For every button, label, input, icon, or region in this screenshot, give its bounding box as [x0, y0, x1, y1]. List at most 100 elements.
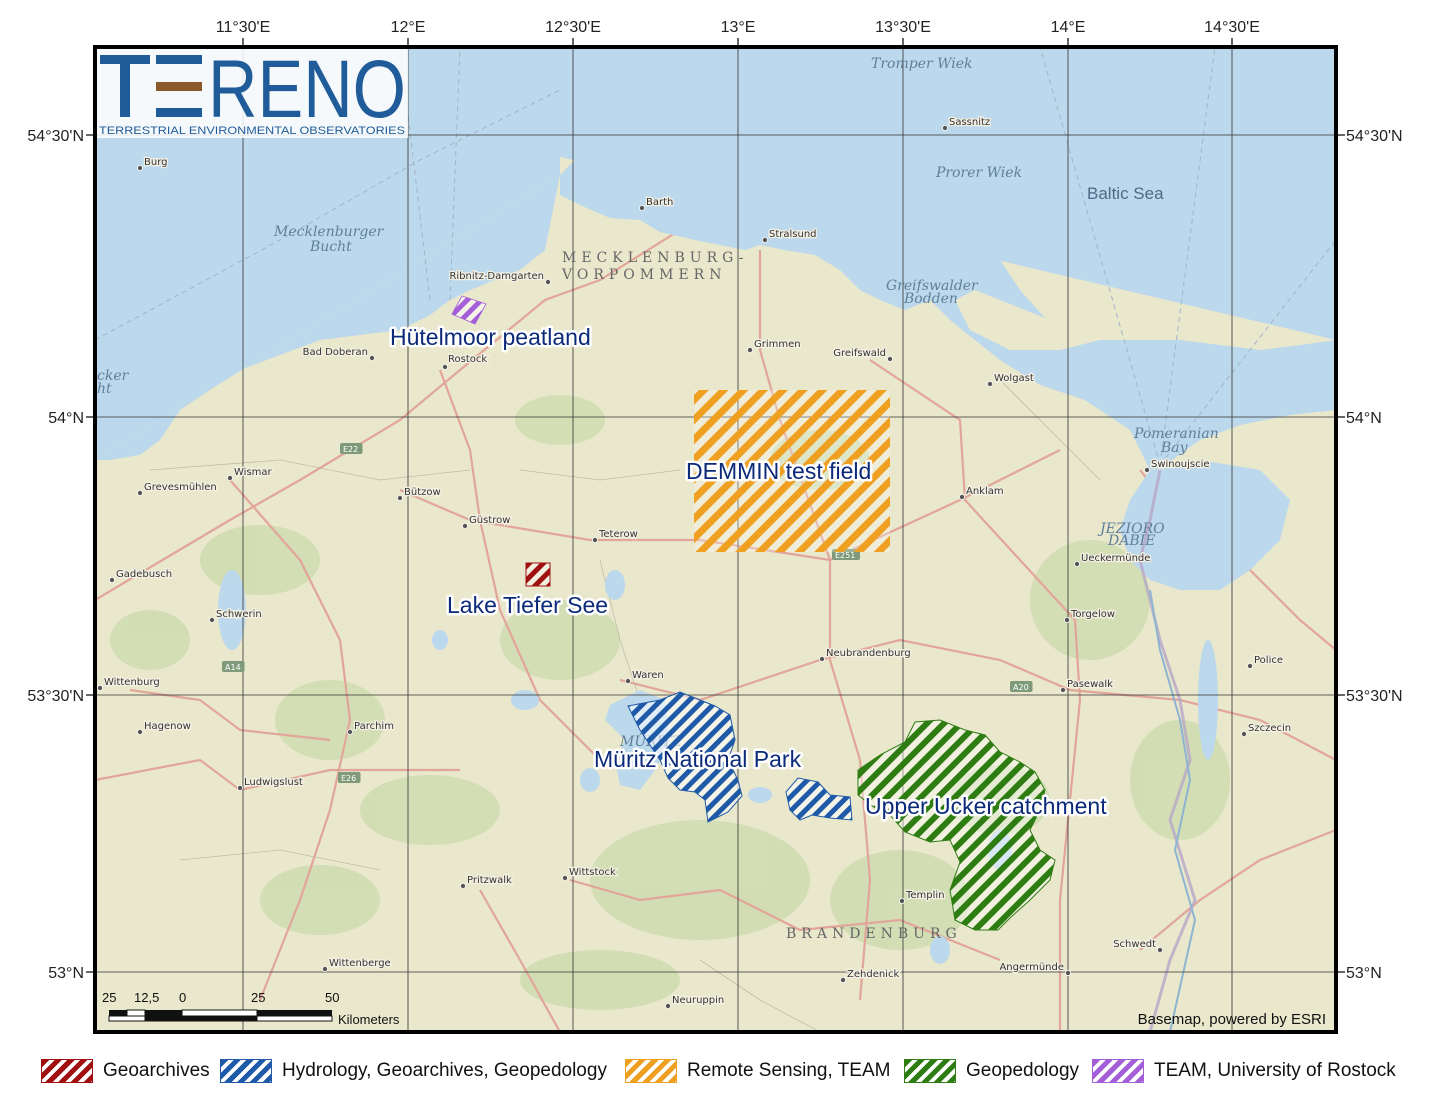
- city-label: Torgelow: [1070, 609, 1115, 620]
- city-label: Burg: [144, 157, 167, 168]
- svg-text:E26: E26: [341, 774, 356, 783]
- lon-label-1: 11°30'E: [216, 19, 271, 36]
- site-label-hutelmoor: Hütelmoor peatland: [390, 324, 591, 350]
- city-label: Zehdenick: [847, 969, 899, 980]
- city-marker: [1157, 947, 1164, 954]
- site-label-tiefer-see: Lake Tiefer See: [447, 592, 608, 618]
- region-label-mv-1: MECKLENBURG-: [562, 250, 748, 266]
- city-label: Pasewalk: [1067, 679, 1113, 690]
- city-marker: [840, 977, 847, 984]
- city-marker: [459, 883, 466, 890]
- city-marker: [639, 204, 646, 211]
- legend-swatch-hydrology: [220, 1059, 272, 1083]
- legend-item-hydrology: Hydrology, Geoarchives, Geopedology: [220, 1059, 607, 1083]
- svg-text:A20: A20: [1013, 683, 1029, 692]
- city-label: Ludwigslust: [244, 777, 303, 788]
- legend-swatch-geoarchives: [41, 1059, 93, 1083]
- lon-label-2: 12°E: [391, 19, 426, 36]
- city-label: Police: [1254, 655, 1283, 666]
- city-label: Anklam: [966, 486, 1004, 497]
- pomeranian-label-2: Bay: [1160, 440, 1189, 456]
- city-label: Pritzwalk: [467, 875, 512, 886]
- lon-label-6: 14°E: [1051, 19, 1086, 36]
- lon-label-5: 13°30'E: [875, 19, 931, 36]
- city-label: Wolgast: [994, 373, 1034, 384]
- city-marker: [441, 363, 448, 370]
- city-label: Grimmen: [754, 339, 801, 350]
- city-marker: [1060, 687, 1067, 694]
- legend-item-geoarchives: Geoarchives: [41, 1059, 210, 1083]
- city-marker: [1144, 466, 1151, 473]
- city-marker: [346, 729, 353, 736]
- sea-edge-label-2: ht: [97, 381, 112, 397]
- region-label-mv-2: VORPOMMERN: [561, 267, 726, 283]
- city-marker: [747, 346, 754, 353]
- city-label: Schwedt: [1113, 939, 1156, 950]
- mecklenburger-label-1: Mecklenburger: [273, 224, 385, 240]
- city-marker: [665, 1003, 672, 1010]
- city-marker: [562, 875, 569, 882]
- city-marker: [1074, 561, 1081, 568]
- city-marker: [762, 236, 769, 243]
- mecklenburger-label-2: Bucht: [309, 239, 352, 255]
- legend-item-geopedology: Geopedology: [904, 1059, 1079, 1083]
- lat-label-left-2: 54°N: [48, 410, 84, 427]
- region-label-brandenburg: BRANDENBURG: [786, 926, 962, 942]
- city-label: Hagenow: [144, 721, 191, 732]
- prorer-label: Prorer Wiek: [935, 165, 1022, 181]
- scale-tick-4: 25: [251, 990, 265, 1005]
- lat-label-right-2: 54°N: [1346, 410, 1382, 427]
- lon-label-3: 12°30'E: [545, 19, 601, 36]
- city-label: Greifswald: [833, 348, 886, 359]
- city-label: Barth: [646, 197, 673, 208]
- legend: Geoarchives Hydrology, Geoarchives, Geop…: [0, 1052, 1430, 1092]
- city-marker: [136, 489, 143, 496]
- city-marker: [109, 577, 116, 584]
- lon-label-7: 14°30'E: [1204, 19, 1260, 36]
- city-marker: [942, 125, 949, 132]
- city-label: Ribnitz-Damgarten: [449, 271, 544, 282]
- city-label: Ueckermünde: [1081, 553, 1150, 564]
- scale-tick-3: 0: [179, 990, 186, 1005]
- svg-text:E22: E22: [343, 445, 358, 454]
- site-label-muritz: Müritz National Park: [594, 746, 802, 772]
- city-marker: [1241, 731, 1248, 738]
- road-shield: A20: [1010, 681, 1033, 692]
- city-marker: [545, 278, 552, 285]
- legend-swatch-team-rostock: [1092, 1059, 1144, 1083]
- city-marker: [899, 898, 906, 905]
- city-marker: [1247, 663, 1254, 670]
- legend-swatch-geopedology: [904, 1059, 956, 1083]
- city-label: Bad Doberan: [303, 347, 368, 358]
- city-label: Stralsund: [769, 229, 817, 240]
- svg-text:RENO: RENO: [208, 44, 406, 135]
- city-marker: [959, 493, 966, 500]
- site-label-demmin: DEMMIN test field: [686, 458, 871, 484]
- svg-text:E251: E251: [835, 551, 855, 560]
- city-label: Angermünde: [999, 962, 1064, 973]
- city-marker: [226, 474, 233, 481]
- city-marker: [819, 656, 826, 663]
- legend-label-geopedology: Geopedology: [966, 1060, 1080, 1081]
- city-marker: [236, 785, 243, 792]
- svg-text:A14: A14: [225, 663, 241, 672]
- city-label: Neubrandenburg: [826, 648, 911, 659]
- city-label: Bützow: [404, 487, 441, 498]
- dabie-label-2: DABIE: [1107, 533, 1155, 549]
- city-marker: [592, 537, 599, 544]
- city-label: Neuruppin: [672, 995, 724, 1006]
- legend-label-team-rostock: TEAM, University of Rostock: [1154, 1060, 1396, 1081]
- scale-tick-2: 12,5: [134, 990, 159, 1005]
- city-label: Sassnitz: [949, 117, 990, 128]
- city-label: Wittenberge: [329, 958, 391, 969]
- scale-tick-1: 25: [102, 990, 116, 1005]
- basemap: Baltic Sea Mecklenburger Bucht Tromper W…: [95, 44, 1336, 1032]
- city-marker: [987, 380, 994, 387]
- lon-label-4: 13°E: [721, 19, 756, 36]
- city-label: Wismar: [234, 467, 273, 478]
- city-marker: [136, 164, 143, 171]
- city-label: Gadebusch: [116, 569, 172, 580]
- map-figure: Baltic Sea Mecklenburger Bucht Tromper W…: [27, 19, 1403, 1034]
- city-marker: [461, 523, 468, 530]
- city-label: Rostock: [448, 354, 487, 365]
